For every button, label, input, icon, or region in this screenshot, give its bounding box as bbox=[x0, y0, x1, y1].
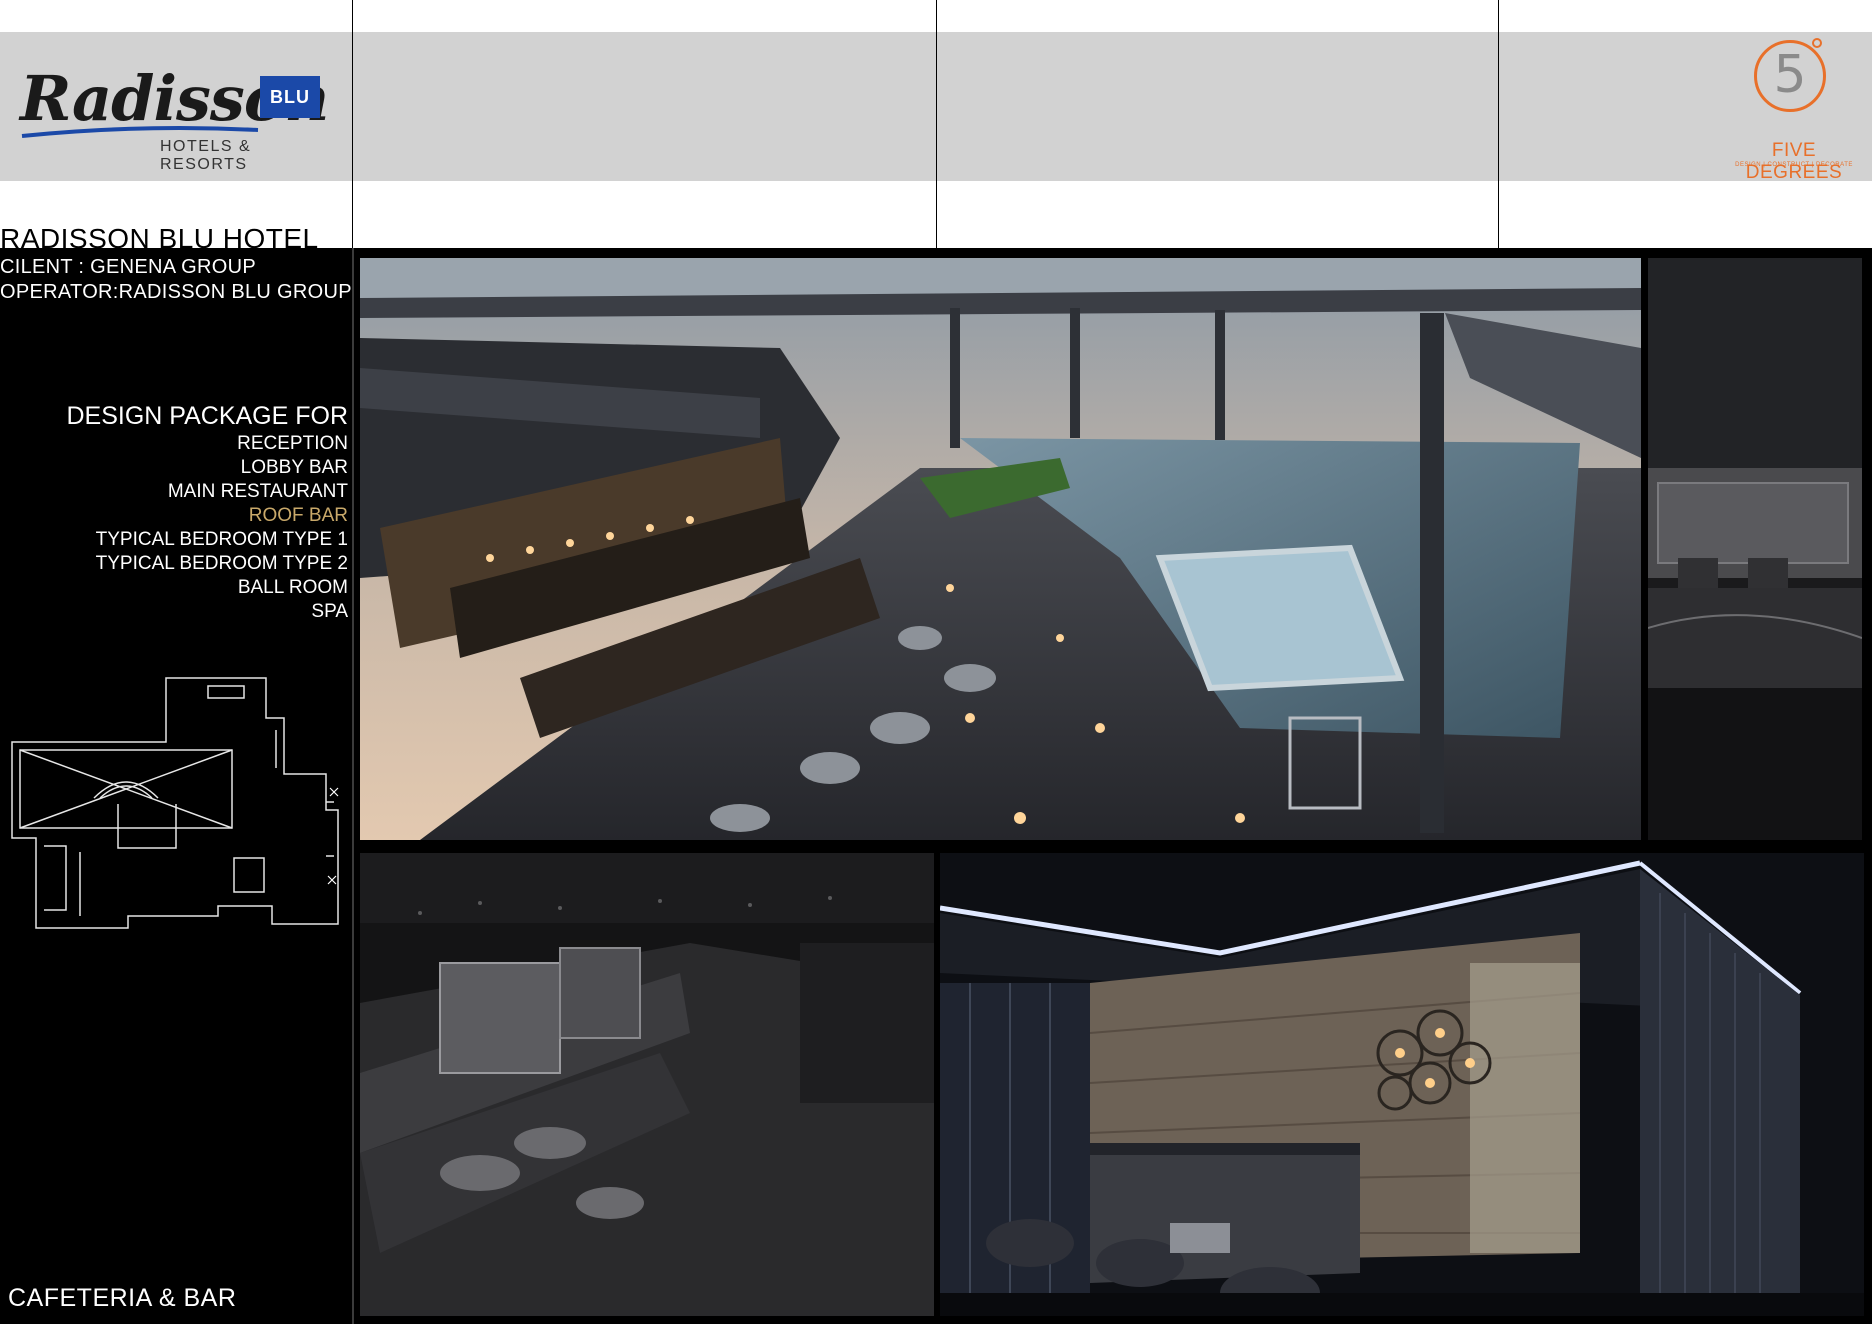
package-item-lobby-bar[interactable]: LOBBY BAR bbox=[96, 456, 348, 480]
package-item-main-restaurant[interactable]: MAIN RESTAURANT bbox=[96, 480, 348, 504]
package-item-reception[interactable]: RECEPTION bbox=[96, 432, 348, 456]
package-item-bedroom-type-1[interactable]: TYPICAL BEDROOM TYPE 1 bbox=[96, 528, 348, 552]
radisson-logo: Radisson BLU HOTELS & RESORTS bbox=[18, 62, 338, 173]
package-item-roof-bar[interactable]: ROOF BAR bbox=[96, 504, 348, 528]
project-title: RADISSON BLU HOTEL bbox=[0, 223, 319, 254]
header-divider bbox=[1498, 0, 1499, 248]
five-degrees-tagline: DESIGN | CONSTRUCT | DECORATE bbox=[1735, 162, 1853, 168]
client-line: CILENT : GENENA GROUP bbox=[0, 256, 256, 278]
five-degrees-logo: 5 FIVE DEGREES DESIGN | CONSTRUCT | DECO… bbox=[1724, 36, 1864, 183]
operator-line: OPERATOR:RADISSON BLU GROUP bbox=[0, 281, 352, 303]
floor-plan-drawing bbox=[11, 677, 339, 929]
package-heading: DESIGN PACKAGE FOR bbox=[66, 402, 348, 430]
render-bar-lounge bbox=[940, 853, 1864, 1316]
swoosh-icon bbox=[21, 126, 259, 138]
sidebar-divider bbox=[352, 248, 354, 1324]
package-item-bedroom-type-2[interactable]: TYPICAL BEDROOM TYPE 2 bbox=[96, 552, 348, 576]
package-item-ball-room[interactable]: BALL ROOM bbox=[96, 576, 348, 600]
render-cabana-night bbox=[360, 853, 934, 1316]
render-rooftop-pool bbox=[360, 258, 1641, 840]
header-lower-strip bbox=[353, 181, 1872, 248]
five-numeral: 5 bbox=[1773, 45, 1807, 105]
package-list: RECEPTION LOBBY BAR MAIN RESTAURANT ROOF… bbox=[96, 432, 348, 624]
radisson-tagline: HOTELS & RESORTS bbox=[160, 138, 252, 173]
section-label: CAFETERIA & BAR bbox=[8, 1284, 237, 1312]
blu-badge: BLU bbox=[260, 76, 320, 118]
header-divider bbox=[352, 0, 353, 248]
header-divider bbox=[936, 0, 937, 248]
package-item-spa[interactable]: SPA bbox=[96, 600, 348, 624]
render-side-night bbox=[1648, 258, 1862, 840]
